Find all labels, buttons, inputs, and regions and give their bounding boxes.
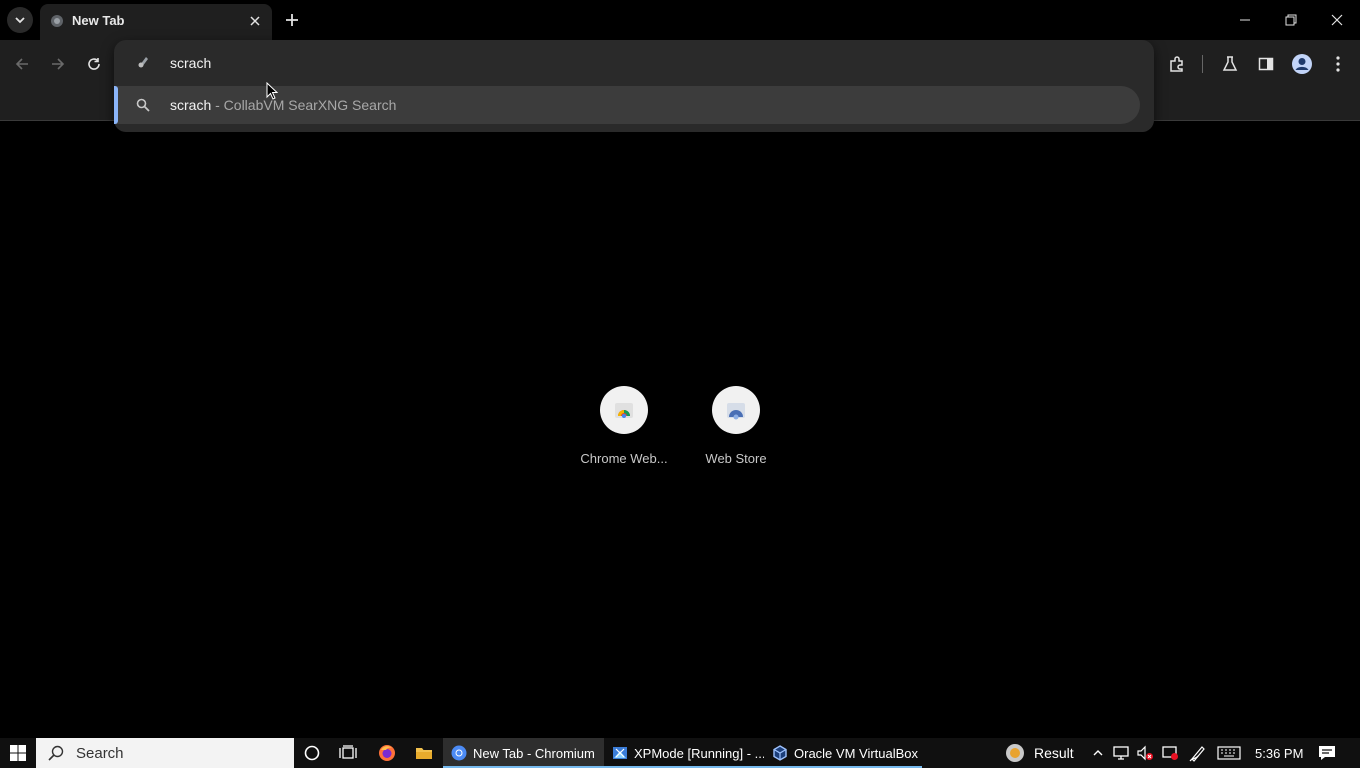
reload-icon (88, 58, 100, 70)
network-icon (1113, 746, 1129, 760)
volume-muted-icon (1137, 745, 1153, 761)
avatar-icon (1292, 54, 1312, 74)
shortcut-chrome-web-store[interactable]: Chrome Web... (569, 386, 679, 466)
close-icon (1331, 14, 1343, 26)
labs-button[interactable] (1216, 50, 1244, 78)
network-button[interactable] (1112, 744, 1130, 762)
globe-icon (51, 15, 63, 27)
web-store-icon (727, 403, 745, 420)
search-engine-icon (138, 57, 148, 68)
taskbar-app-virtualbox[interactable]: Oracle VM VirtualBox ... (764, 738, 922, 768)
task-view-button[interactable] (330, 738, 366, 768)
forward-button[interactable] (44, 50, 72, 78)
taskbar-search-box[interactable]: Search (36, 738, 294, 768)
suggestion-description: - CollabVM SearXNG Search (211, 97, 397, 113)
cortana-button[interactable] (294, 738, 330, 768)
folder-icon (416, 748, 432, 759)
taskbar-app-chromium[interactable]: New Tab - Chromium (443, 738, 604, 768)
virtualbox-icon (773, 745, 787, 761)
show-hidden-icons-button[interactable] (1089, 744, 1107, 762)
windows-icon (10, 745, 26, 761)
result-badge-icon (1006, 744, 1024, 762)
puzzle-icon (1170, 56, 1183, 72)
suggestion-query: scrach (170, 97, 212, 113)
pen-workspace-button[interactable] (1189, 744, 1207, 762)
more-vert-icon (1336, 56, 1340, 72)
taskbar-app-label: New Tab - Chromium (473, 745, 595, 761)
taskbar-app-label: XPMode [Running] - ... (634, 745, 764, 761)
tray-result-label[interactable]: Result (1034, 745, 1074, 761)
close-icon (250, 16, 260, 26)
result-tray-button[interactable] (1005, 743, 1025, 763)
menu-button[interactable] (1324, 50, 1352, 78)
suggestion-text: scrach - CollabVM SearXNG Search (170, 97, 396, 113)
taskbar-app-label: Oracle VM VirtualBox ... (794, 745, 922, 761)
arrow-right-icon (52, 58, 65, 70)
taskbar-app-xpmode[interactable]: XPMode [Running] - ... (604, 738, 764, 768)
tab-strip: New Tab (0, 0, 1360, 40)
side-panel-button[interactable] (1252, 50, 1280, 78)
volume-button[interactable] (1136, 744, 1154, 762)
tab-new-tab[interactable]: New Tab (40, 4, 272, 40)
restore-icon (1285, 14, 1297, 26)
task-view-icon (339, 745, 357, 759)
reload-button[interactable] (80, 50, 108, 78)
toolbar-divider (1202, 55, 1203, 73)
firefox-icon (379, 745, 395, 761)
tab-title: New Tab (72, 13, 125, 28)
chevron-down-icon (15, 17, 25, 24)
shortcut-tile (600, 386, 648, 434)
shortcut-label: Web Store (705, 451, 767, 466)
extensions-button[interactable] (1163, 50, 1191, 78)
minimize-icon (1240, 19, 1250, 21)
display-settings-button[interactable] (1161, 744, 1179, 762)
chevron-up-icon (1093, 750, 1103, 756)
display-alert-icon (1162, 746, 1178, 760)
clock[interactable]: 5:36 PM (1255, 746, 1303, 761)
action-center-button[interactable] (1318, 744, 1336, 762)
plus-icon (286, 14, 298, 26)
suggestion-selection-indicator (114, 86, 118, 124)
start-button[interactable] (0, 738, 36, 768)
firefox-button[interactable] (369, 738, 405, 768)
mouse-cursor-icon (266, 82, 278, 100)
new-tab-button[interactable] (280, 8, 304, 32)
file-explorer-button[interactable] (406, 738, 442, 768)
touch-keyboard-button[interactable] (1216, 744, 1242, 762)
shortcut-tile (712, 386, 760, 434)
profile-button[interactable] (1288, 50, 1316, 78)
taskbar: Search New Tab - Chromium XPMode [Runnin… (0, 738, 1360, 768)
tab-close-button[interactable] (246, 12, 264, 30)
keyboard-icon (1217, 746, 1241, 760)
restore-button[interactable] (1276, 6, 1306, 34)
shortcut-label: Chrome Web... (580, 451, 668, 466)
shortcut-web-store[interactable]: Web Store (681, 386, 791, 466)
notification-icon (1319, 746, 1335, 760)
tab-search-button[interactable] (7, 7, 33, 33)
close-window-button[interactable] (1322, 6, 1352, 34)
minimize-button[interactable] (1230, 6, 1260, 34)
arrow-left-icon (15, 58, 28, 70)
chromium-icon (451, 745, 467, 761)
omnibox-input[interactable]: scrach (170, 55, 211, 71)
chrome-web-store-icon (615, 403, 633, 418)
pen-icon (1189, 746, 1205, 762)
flask-icon (1222, 56, 1238, 71)
search-icon (48, 745, 64, 761)
back-button[interactable] (8, 50, 36, 78)
search-icon (136, 98, 150, 112)
xpmode-icon (613, 747, 627, 759)
side-panel-icon (1258, 57, 1274, 71)
cortana-icon (304, 745, 320, 761)
taskbar-search-placeholder: Search (76, 745, 124, 762)
